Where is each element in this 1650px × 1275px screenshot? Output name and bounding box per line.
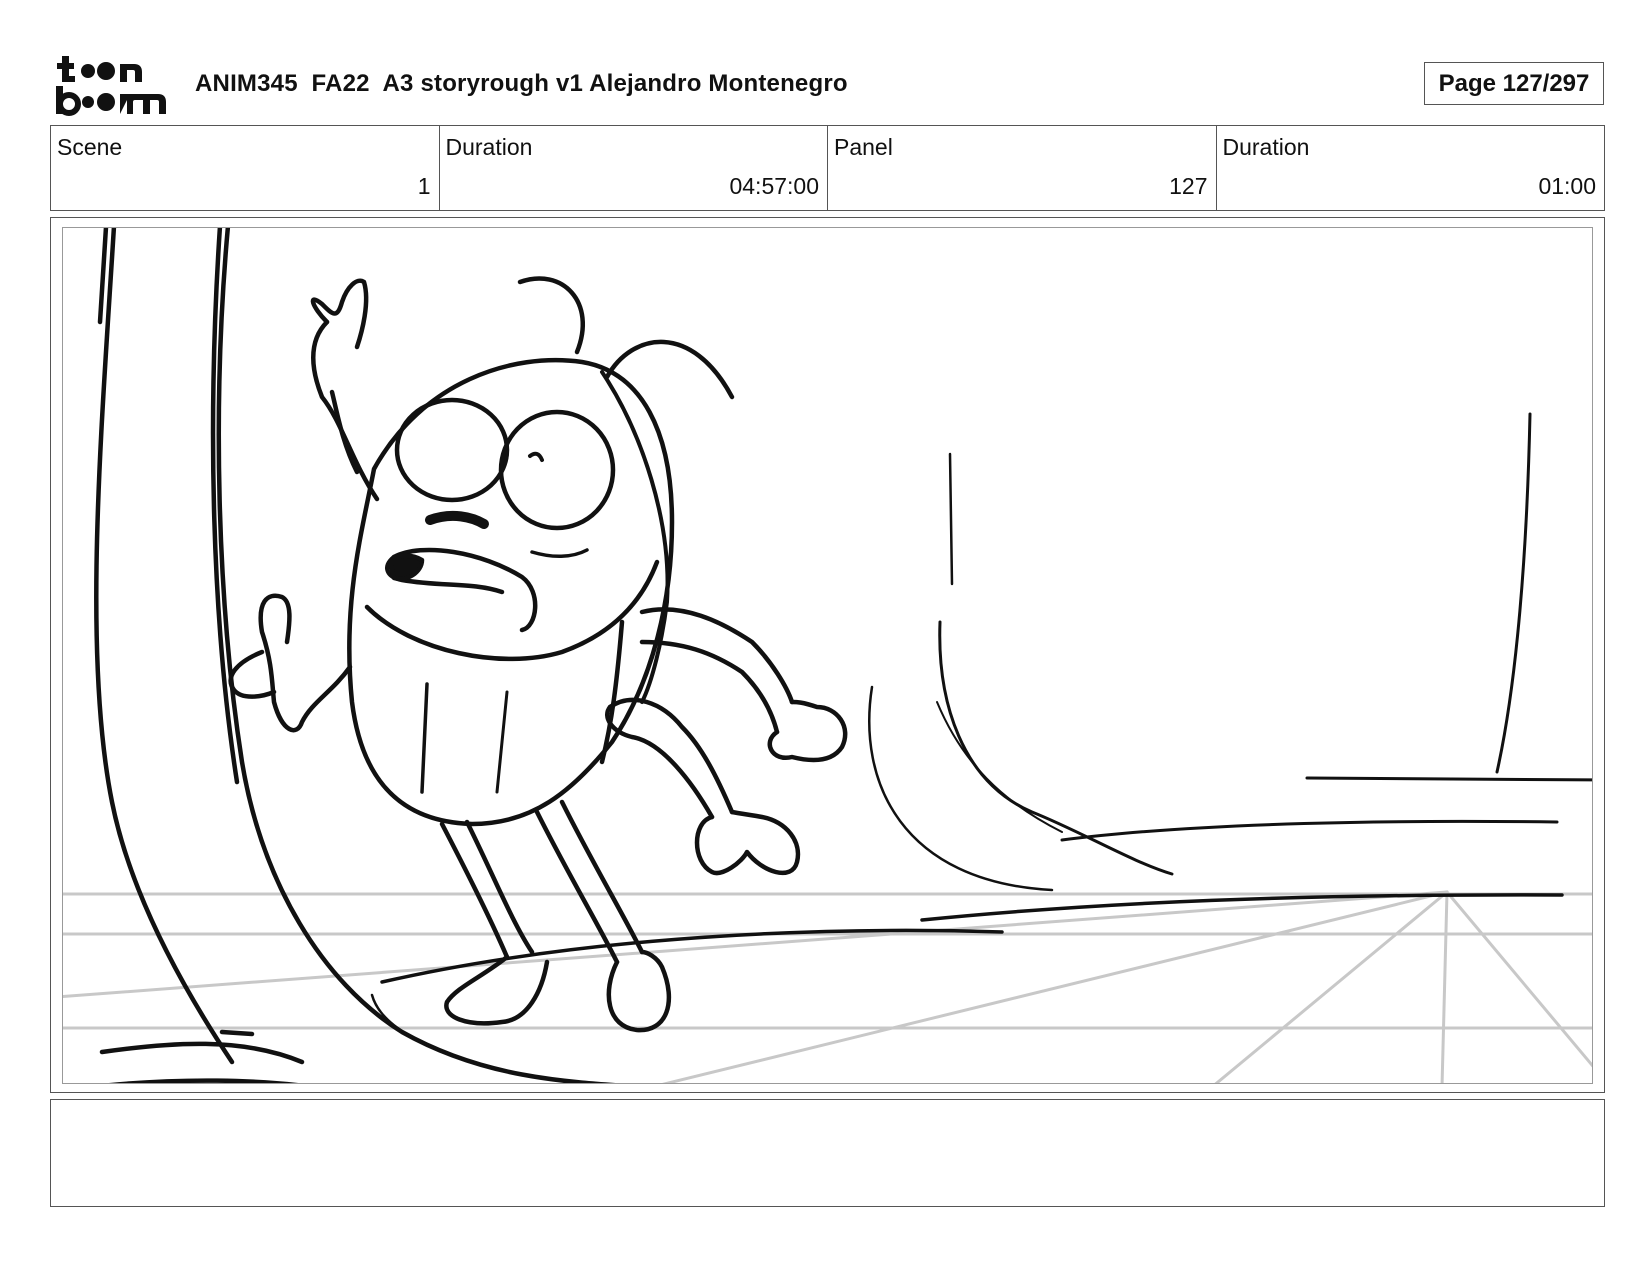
- panel-duration-cell: Duration 01:00: [1217, 126, 1605, 210]
- document-title: ANIM345 FA22 A3 storyrough v1 Alejandro …: [195, 70, 848, 97]
- toon-boom-logo: [54, 54, 172, 116]
- panel-duration-label: Duration: [1222, 134, 1310, 160]
- panel-image-area: [62, 227, 1593, 1084]
- storyboard-sketch-icon: [63, 228, 1592, 1083]
- scene-duration-label: Duration: [445, 134, 533, 160]
- storyboard-panel: [50, 217, 1605, 1093]
- panel-notes-area: [50, 1099, 1605, 1207]
- scene-label: Scene: [57, 134, 123, 160]
- scene-value: 1: [417, 173, 431, 199]
- panel-duration-value: 01:00: [1538, 173, 1596, 199]
- scene-duration-cell: Duration 04:57:00: [440, 126, 828, 210]
- panel-info-strip: Scene 1 Duration 04:57:00 Panel 127 Dura…: [50, 125, 1605, 211]
- panel-value: 127: [1169, 173, 1208, 199]
- scene-cell: Scene 1: [51, 126, 440, 210]
- panel-label: Panel: [834, 134, 893, 160]
- page-indicator: Page 127/297: [1424, 62, 1604, 105]
- scene-duration-value: 04:57:00: [729, 173, 819, 199]
- panel-cell: Panel 127: [828, 126, 1217, 210]
